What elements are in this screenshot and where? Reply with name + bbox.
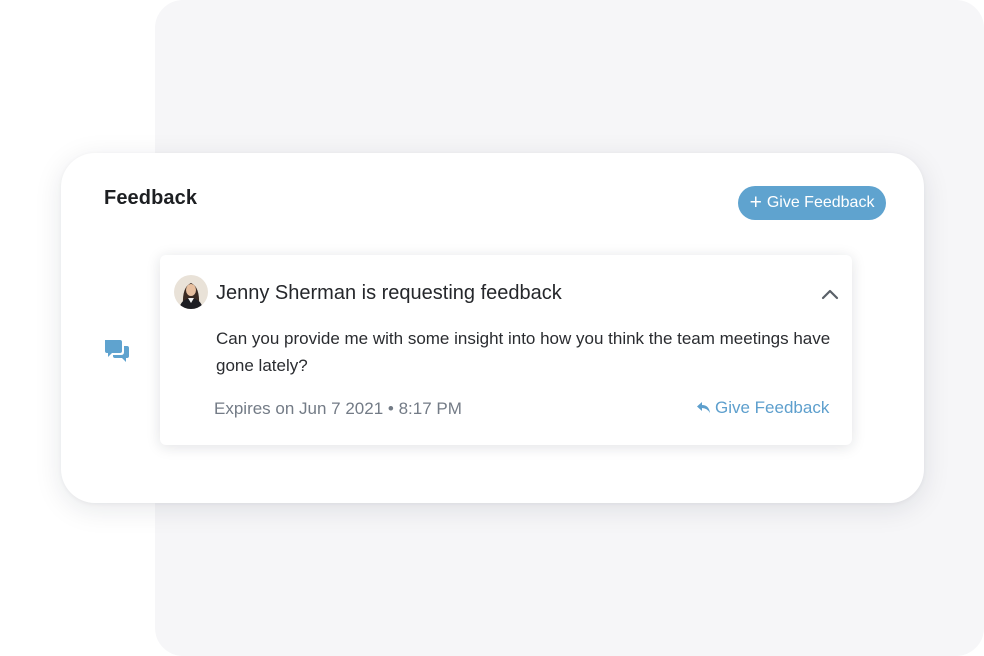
feedback-request-card: Jenny Sherman is requesting feedback Can… [160, 255, 852, 445]
reply-icon [697, 402, 710, 413]
stage: Feedback + Give Feedback Jenny Sherman i… [0, 0, 984, 656]
chat-bubbles-icon [103, 338, 131, 364]
expiry-text: Expires on Jun 7 2021 • 8:17 PM [214, 399, 462, 418]
chevron-up-icon[interactable] [820, 287, 840, 301]
feedback-panel: Feedback + Give Feedback Jenny Sherman i… [61, 153, 924, 503]
give-feedback-button[interactable]: + Give Feedback [738, 186, 886, 220]
request-message: Can you provide me with some insight int… [216, 329, 831, 375]
avatar [174, 275, 208, 309]
requester-line: Jenny Sherman is requesting feedback [216, 282, 562, 304]
plus-icon: + [749, 190, 762, 214]
give-feedback-button-label: Give Feedback [766, 194, 875, 211]
panel-title: Feedback [104, 187, 198, 209]
give-feedback-link[interactable]: Give Feedback [696, 398, 829, 418]
give-feedback-link-label: Give Feedback [715, 398, 830, 417]
